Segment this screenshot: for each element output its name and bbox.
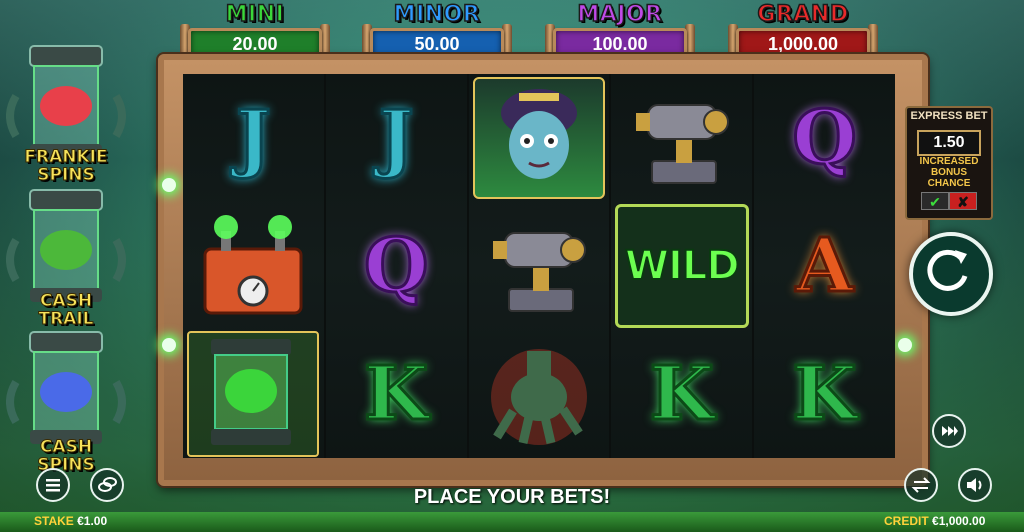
brain-pod-icon <box>211 339 292 445</box>
express-bet-desc-line: BONUS <box>930 167 968 178</box>
express-bet-desc-line: INCREASED <box>919 156 979 167</box>
tesla-coil-icon <box>492 232 586 312</box>
reel-2: J Q K <box>325 74 467 458</box>
jackpot-grand: GRAND 1,000.00 <box>728 1 878 60</box>
pod-label-line: CASH <box>39 291 93 311</box>
spin-button[interactable] <box>909 232 993 316</box>
feature-pod-cash-trail: CASH TRAIL <box>6 180 126 330</box>
reel-symbol: Q <box>754 74 895 202</box>
reel-symbol <box>469 202 610 330</box>
electric-spark-icon <box>162 338 176 352</box>
battery-box-icon <box>203 215 303 315</box>
symbol-letter: Q <box>791 95 858 181</box>
bottom-bar <box>0 512 1024 532</box>
stake-value: €1.00 <box>77 514 108 528</box>
feature-pod-cash-spins: CASH SPINS <box>6 322 126 475</box>
fast-forward-icon <box>942 426 958 436</box>
feature-pod-frankie-spins: FRANKIE SPINS <box>6 36 126 186</box>
jackpot-mini: MINI 20.00 <box>180 1 330 60</box>
pod-label-line: CASH <box>39 437 93 457</box>
pod-label: FRANKIE SPINS <box>6 147 126 185</box>
status-message: PLACE YOUR BETS! <box>413 486 611 508</box>
express-bet-title: EXPRESS BET <box>910 110 988 122</box>
credit-value: €1,000.00 <box>932 514 986 528</box>
reel-symbol <box>183 202 324 330</box>
electric-spark-icon <box>162 178 176 192</box>
stake-label: STAKE <box>34 514 74 528</box>
stake-display: STAKE €1.00 <box>34 514 107 528</box>
reel-symbol: A <box>754 202 895 330</box>
wild-label: WILD <box>624 242 741 290</box>
reel-1: J <box>183 74 324 458</box>
bride-symbol <box>472 77 605 199</box>
cross-icon[interactable]: ✘ <box>949 192 977 210</box>
jackpot-title: MINI <box>225 1 285 28</box>
reel-3 <box>468 74 610 458</box>
express-bet-panel: EXPRESS BET 1.50 INCREASED BONUS CHANCE … <box>905 106 993 220</box>
symbol-letter: K <box>648 351 715 437</box>
reel-4: WILD K <box>611 74 753 458</box>
reel-5: Q A K <box>754 74 895 458</box>
reel-grid[interactable]: J J Q K WILD K Q A K <box>183 74 895 458</box>
reel-symbol: J <box>326 74 467 202</box>
express-bet-toggle[interactable]: ✔ ✘ <box>921 192 977 210</box>
wild-symbol: WILD <box>614 204 749 328</box>
jackpot-title: MINOR <box>393 1 481 28</box>
symbol-letter: A <box>794 223 854 309</box>
reel-symbol <box>469 74 610 202</box>
reel-symbol: WILD <box>611 202 752 330</box>
reel-symbol <box>611 74 752 202</box>
symbol-letter: Q <box>362 223 429 309</box>
reel-symbol <box>183 330 324 458</box>
express-bet-description: INCREASED BONUS CHANCE <box>909 156 989 189</box>
jackpot-major: MAJOR 100.00 <box>545 1 695 60</box>
reel-symbol: Q <box>326 202 467 330</box>
electric-spark-icon <box>898 338 912 352</box>
jackpot-minor: MINOR 50.00 <box>362 1 512 60</box>
reel-symbol: K <box>611 330 752 458</box>
express-bet-value: 1.50 <box>917 130 981 156</box>
express-bet-desc-line: CHANCE <box>927 178 971 189</box>
reel-symbol <box>469 330 610 458</box>
symbol-letter: K <box>363 351 430 437</box>
check-icon[interactable]: ✔ <box>921 192 949 210</box>
credit-display: CREDIT €1,000.00 <box>884 514 985 528</box>
pod-label-line: FRANKIE <box>24 147 108 167</box>
zombie-hand-icon <box>490 349 587 445</box>
spin-icon <box>927 249 968 291</box>
reel-symbol: K <box>326 330 467 458</box>
turbo-button[interactable] <box>932 414 966 448</box>
bride-face-icon <box>500 89 577 179</box>
jackpot-title: MAJOR <box>577 1 663 28</box>
frankie-pod-symbol <box>187 331 320 457</box>
credit-label: CREDIT <box>884 514 929 528</box>
reel-symbol: K <box>754 330 895 458</box>
symbol-letter: K <box>791 351 858 437</box>
reel-symbol: J <box>183 74 324 202</box>
jackpot-title: GRAND <box>757 1 849 28</box>
tesla-coil-icon <box>635 104 729 184</box>
symbol-letter: J <box>377 95 415 181</box>
symbol-letter: J <box>234 95 272 181</box>
